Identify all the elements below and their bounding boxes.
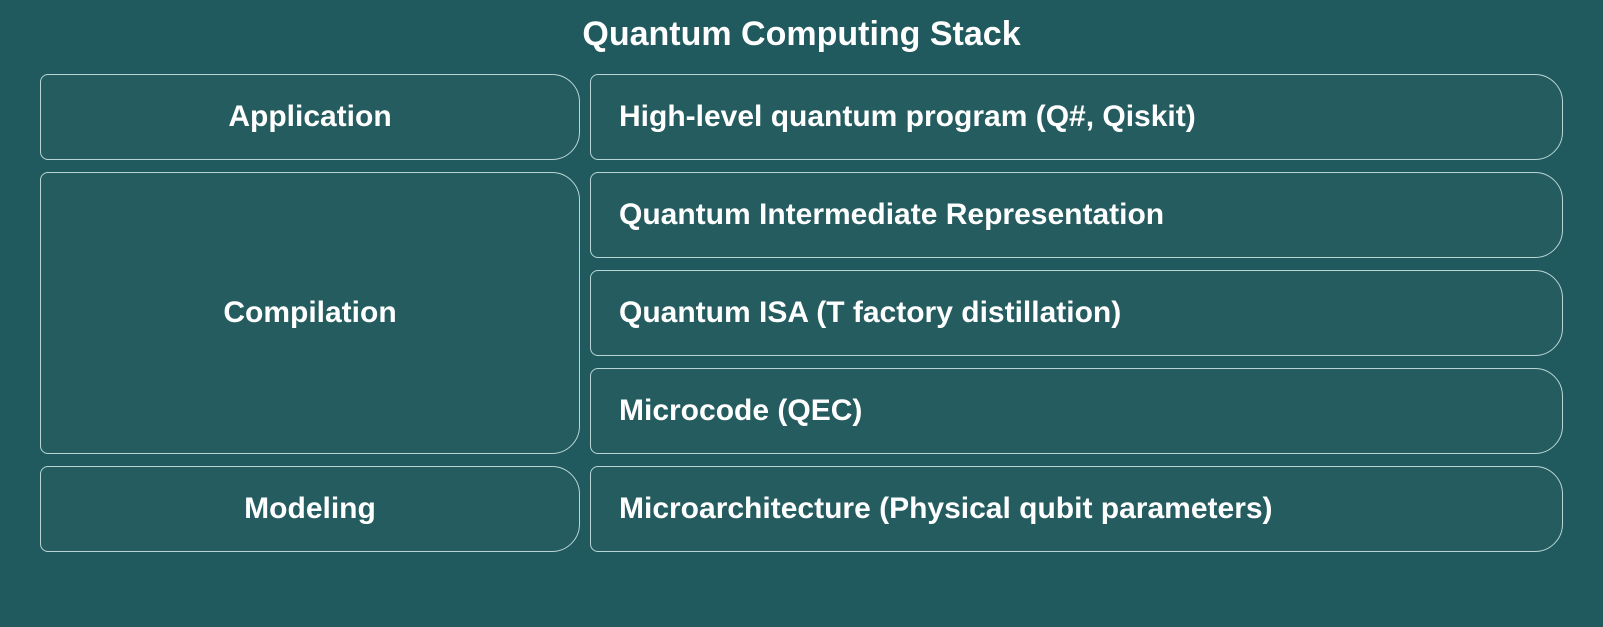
detail-quantum-isa: Quantum ISA (T factory distillation)	[590, 270, 1563, 356]
detail-qir-label: Quantum Intermediate Representation	[619, 198, 1164, 232]
stack-grid: Application High-level quantum program (…	[40, 74, 1563, 552]
layer-application-label: Application	[228, 100, 391, 134]
layer-modeling: Modeling	[40, 466, 580, 552]
detail-microcode: Microcode (QEC)	[590, 368, 1563, 454]
detail-microcode-label: Microcode (QEC)	[619, 394, 862, 428]
detail-microarchitecture: Microarchitecture (Physical qubit parame…	[590, 466, 1563, 552]
diagram-title: Quantum Computing Stack	[40, 15, 1563, 54]
layer-modeling-label: Modeling	[244, 492, 376, 526]
detail-application-label: High-level quantum program (Q#, Qiskit)	[619, 100, 1196, 134]
detail-qir: Quantum Intermediate Representation	[590, 172, 1563, 258]
layer-application: Application	[40, 74, 580, 160]
detail-application: High-level quantum program (Q#, Qiskit)	[590, 74, 1563, 160]
layer-compilation-label: Compilation	[223, 296, 396, 330]
detail-microarchitecture-label: Microarchitecture (Physical qubit parame…	[619, 492, 1273, 526]
layer-compilation: Compilation	[40, 172, 580, 454]
detail-quantum-isa-label: Quantum ISA (T factory distillation)	[619, 296, 1121, 330]
